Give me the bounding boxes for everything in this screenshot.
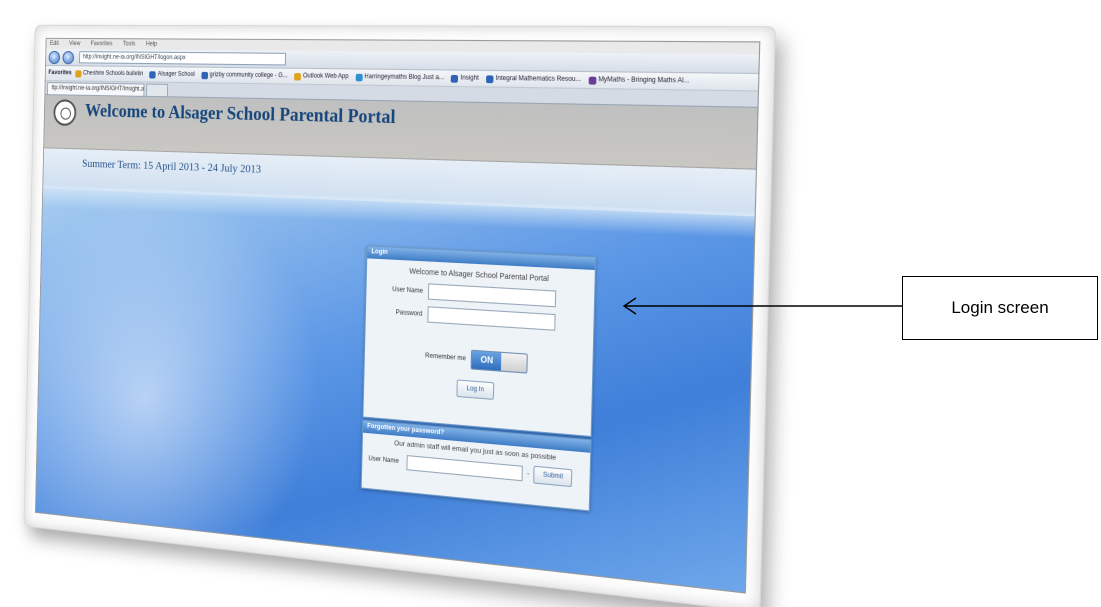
favorite-link[interactable]: MyMaths - Bringing Maths Al... <box>588 76 689 85</box>
toggle-off-state <box>501 352 528 373</box>
menu-item-favorites[interactable]: Favorites <box>91 41 113 47</box>
browser-tab[interactable]: ttp://insight.ne-ia.org/INSIGHT/Insight.… <box>47 82 145 96</box>
favorite-link[interactable]: Harringeymaths Blog Just a... <box>355 73 444 82</box>
forward-button[interactable]: › <box>62 50 75 64</box>
menu-item-help[interactable]: Help <box>146 41 157 47</box>
callout-arrow-icon <box>622 297 903 315</box>
menu-item-edit[interactable]: Edit <box>50 41 59 47</box>
toggle-on-state: ON <box>471 350 502 371</box>
favorite-link[interactable]: Integral Mathematics Resou... <box>486 74 581 84</box>
screenshot-frame: Edit View Favorites Tools Help ‹ › http:… <box>24 25 775 607</box>
favorite-icon <box>355 73 363 81</box>
favorite-icon <box>451 74 459 83</box>
password-input[interactable] <box>427 306 556 331</box>
menu-item-view[interactable]: View <box>69 41 80 47</box>
submit-button[interactable]: Submit <box>533 465 573 488</box>
favorite-link[interactable]: Cheshire Schools bulletin <box>74 69 143 78</box>
favorite-link[interactable]: Outlook Web App <box>294 72 349 81</box>
term-dates: Summer Term: 15 April 2013 - 24 July 201… <box>81 157 262 176</box>
callout-label: Login screen <box>902 276 1098 340</box>
forgot-username-input[interactable] <box>406 455 523 482</box>
school-crest-logo <box>53 99 77 126</box>
login-panel-header: Login <box>367 246 596 271</box>
menu-item-tools[interactable]: Tools <box>123 41 136 47</box>
favorites-label[interactable]: Favorites <box>48 70 71 76</box>
favorite-icon <box>74 69 82 77</box>
login-button[interactable]: Log In <box>456 379 495 400</box>
callout-text: Login screen <box>951 298 1049 317</box>
back-button[interactable]: ‹ <box>48 50 61 64</box>
favorite-link[interactable]: Alsager School <box>149 70 195 79</box>
portal-title: Welcome to Alsager School Parental Porta… <box>84 99 396 128</box>
username-input[interactable] <box>427 283 557 308</box>
favorite-icon <box>588 76 597 85</box>
favorite-icon <box>486 74 494 83</box>
address-bar[interactable]: http://insight.ne-ia.org/INSIGHT/logon.a… <box>79 51 287 66</box>
favorite-icon <box>294 72 302 81</box>
remember-me-row: Remember me ON <box>365 342 593 378</box>
forgot-dash: - <box>526 470 530 479</box>
username-label: User Name <box>392 286 424 295</box>
forgot-username-label: User Name <box>368 455 399 466</box>
login-panel: Login Welcome to Alsager School Parental… <box>362 245 597 438</box>
password-label: Password <box>395 309 423 318</box>
favorite-icon <box>149 70 157 79</box>
crest-inner-ring <box>60 107 72 120</box>
favorite-icon <box>201 71 208 79</box>
remember-me-toggle[interactable]: ON <box>470 349 529 374</box>
favorite-link[interactable]: grizby community college - G... <box>201 71 288 79</box>
new-tab-button[interactable] <box>146 83 169 97</box>
favorite-link[interactable]: Insight <box>451 74 479 83</box>
remember-me-label: Remember me <box>425 353 467 363</box>
